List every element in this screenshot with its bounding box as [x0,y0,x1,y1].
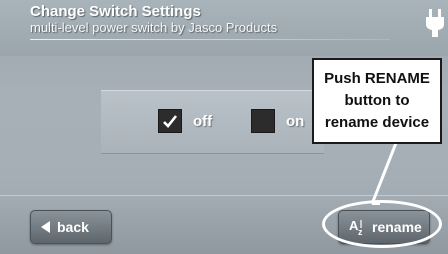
callout-line-3: rename device [324,114,430,131]
switch-settings-screen: Change Switch Settings multi-level power… [0,0,448,254]
callout-line-2: button to [344,92,410,109]
instruction-callout: Push RENAME button to rename device [312,58,442,144]
callout-line-1: Push RENAME [324,70,430,87]
